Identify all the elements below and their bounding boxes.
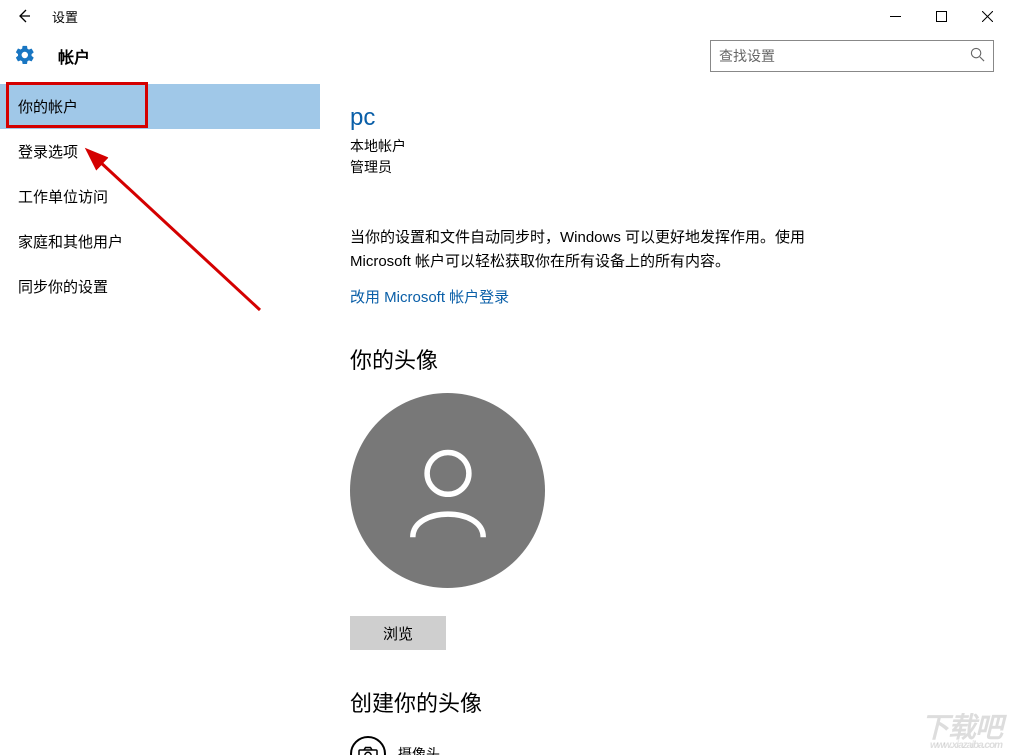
- close-button[interactable]: [964, 0, 1010, 32]
- camera-row[interactable]: 摄像头: [350, 736, 980, 755]
- sidebar-item-label: 同步你的设置: [18, 279, 108, 296]
- sidebar-item-work-access[interactable]: 工作单位访问: [0, 174, 320, 219]
- avatar-section-title: 你的头像: [350, 343, 980, 375]
- switch-account-link[interactable]: 改用 Microsoft 帐户登录: [350, 286, 509, 307]
- sidebar-item-label: 登录选项: [18, 144, 78, 161]
- close-icon: [982, 11, 993, 22]
- window-title: 设置: [52, 7, 78, 26]
- titlebar: 设置: [0, 0, 1010, 32]
- sidebar-item-label: 你的帐户: [18, 99, 78, 116]
- username: pc: [350, 104, 980, 132]
- browse-button[interactable]: 浏览: [350, 616, 446, 650]
- sidebar-item-your-account[interactable]: 你的帐户: [0, 84, 320, 129]
- header-label: 帐户: [58, 44, 90, 68]
- maximize-icon: [936, 11, 947, 22]
- sidebar-item-family[interactable]: 家庭和其他用户: [0, 219, 320, 264]
- minimize-icon: [890, 11, 901, 22]
- search-input[interactable]: [719, 48, 970, 64]
- maximize-button[interactable]: [918, 0, 964, 32]
- gear-icon: [14, 44, 36, 69]
- search-box[interactable]: [710, 40, 994, 72]
- camera-label: 摄像头: [398, 744, 440, 755]
- camera-icon: [350, 736, 386, 755]
- sidebar-item-label: 工作单位访问: [18, 189, 108, 206]
- account-type: 本地帐户: [350, 136, 980, 157]
- header-row: 帐户: [0, 32, 1010, 80]
- account-role: 管理员: [350, 157, 980, 178]
- create-avatar-title: 创建你的头像: [350, 686, 980, 718]
- sidebar: 你的帐户 登录选项 工作单位访问 家庭和其他用户 同步你的设置: [0, 80, 320, 755]
- back-button[interactable]: [0, 0, 48, 32]
- avatar-placeholder: [350, 393, 545, 588]
- content: pc 本地帐户 管理员 当你的设置和文件自动同步时，Windows 可以更好地发…: [320, 80, 1010, 755]
- arrow-left-icon: [16, 8, 32, 24]
- minimize-button[interactable]: [872, 0, 918, 32]
- sidebar-item-sync[interactable]: 同步你的设置: [0, 264, 320, 309]
- search-icon: [970, 47, 985, 65]
- person-icon: [393, 436, 503, 546]
- sidebar-item-signin-options[interactable]: 登录选项: [0, 129, 320, 174]
- account-description: 当你的设置和文件自动同步时，Windows 可以更好地发挥作用。使用 Micro…: [350, 226, 810, 274]
- sidebar-item-label: 家庭和其他用户: [18, 234, 123, 251]
